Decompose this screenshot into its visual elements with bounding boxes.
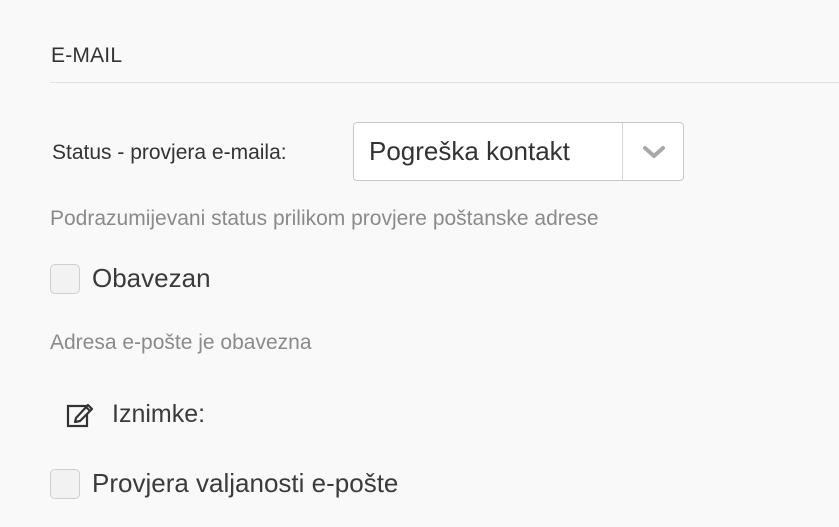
required-checkbox[interactable] [50,263,80,294]
chevron-down-icon [642,145,665,158]
section-divider [50,82,839,83]
edit-icon [66,403,94,427]
validation-label[interactable]: Provjera valjanosti e-pošte [92,468,398,499]
validation-option: Provjera valjanosti e-pošte [50,468,398,499]
required-help-text: Adresa e-pošte je obavezna [50,331,312,354]
select-toggle[interactable] [623,123,684,180]
status-help-text: Podrazumijevani status prilikom provjere… [50,207,599,230]
validation-checkbox[interactable] [50,468,80,499]
required-option: Obavezan [50,263,211,294]
status-field-label: Status - provjera e-maila: [52,141,287,164]
email-settings-panel: E-MAIL Status - provjera e-maila: Pogreš… [0,0,839,527]
required-label[interactable]: Obavezan [92,263,211,294]
exceptions-label: Iznimke: [112,400,206,428]
section-title: E-MAIL [51,44,123,67]
status-select-value: Pogreška kontakt [369,136,570,166]
status-select[interactable]: Pogreška kontakt [353,122,684,181]
exceptions-link[interactable]: Iznimke: [66,400,205,429]
